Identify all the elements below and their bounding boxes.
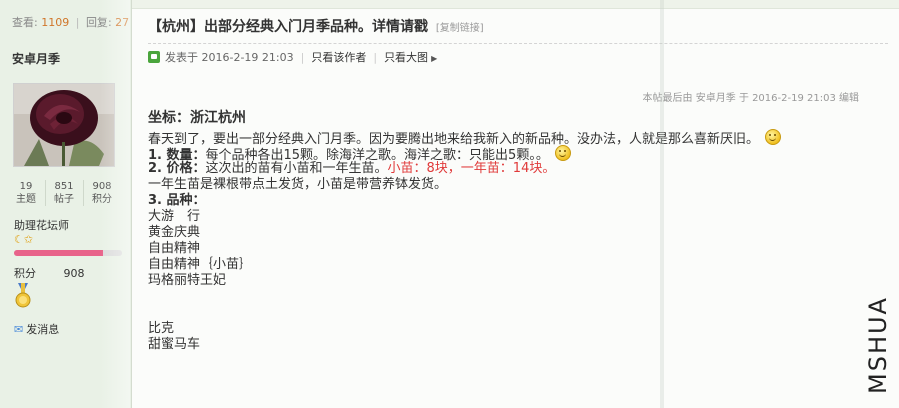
variety-heading: 3. 品种： (148, 193, 206, 208)
intro-text: 春天到了，要出一部分经典入门月季。因为要腾出地来给我新入的新品种。没办法，人就是… (148, 129, 782, 147)
smiley-icon (554, 145, 571, 161)
title-divider (148, 43, 888, 44)
stat-points[interactable]: 908 积分 (83, 180, 120, 206)
medal-icon[interactable] (15, 283, 31, 314)
level-progress-fill (14, 250, 103, 256)
moon-icon: ☾ (14, 233, 24, 246)
stat-threads[interactable]: 19 主题 (8, 180, 44, 206)
shipping-line: 一年生苗是裸根带点土发货，小苗是带营养钵发货。 (148, 177, 448, 192)
level-progress-bar (14, 250, 122, 256)
post-time: 发表于 2016-2-19 21:03 (165, 51, 294, 64)
variety-item: 自由精神 (148, 241, 201, 256)
views-label: 查看 (12, 16, 34, 29)
variety-item: 自由精神｛小苗｝ (148, 257, 253, 272)
thread-title: 【杭州】出部分经典入门月季品种。详情请戳 (148, 19, 428, 35)
price-line: 2. 价格：这次出的苗有小苗和一年生苗。小苗：8块，一年苗：14块。 (148, 161, 556, 176)
star-icon: ✩ (23, 233, 34, 246)
author-username[interactable]: 安卓月季 (12, 50, 60, 67)
author-sidebar: 查看: 1109 | 回复: 27 安卓月季 19 主题 851 帖子 908 … (0, 0, 132, 408)
only-author-link[interactable]: 只看该作者 (311, 49, 366, 65)
points-value: 908 (63, 267, 85, 280)
avatar[interactable] (13, 83, 115, 167)
points-row: 积分 908 (14, 265, 85, 281)
post-area: 【杭州】出部分经典入门月季品种。详情请戳 [复制链接] 发表于 2016-2-1… (132, 0, 899, 408)
smiley-icon (765, 129, 782, 145)
post-content: 坐标：浙江杭州 春天到了，要出一部分经典入门月季。因为要腾出地来给我新入的新品种… (148, 110, 782, 353)
views-count: 1109 (41, 16, 70, 29)
thread-stats: 查看: 1109 | 回复: 27 (12, 16, 130, 29)
stat-posts[interactable]: 851 帖子 (45, 180, 82, 206)
send-message-link[interactable]: ✉ 发消息 (14, 321, 59, 337)
variety-item: 玛格丽特王妃 (148, 273, 227, 288)
replies-label: 回复 (85, 16, 108, 29)
mail-icon: ✉ (14, 323, 24, 336)
only-image-link[interactable]: 只看大图 ▶ (384, 49, 437, 65)
replies-count: 27 (115, 16, 130, 29)
online-status-icon (148, 51, 160, 63)
user-group[interactable]: 助理花坛师 (14, 217, 69, 233)
title-row: 【杭州】出部分经典入门月季品种。详情请戳 [复制链接] (148, 16, 888, 40)
copy-link-button[interactable]: [复制链接] (436, 23, 484, 34)
quantity-line: 1. 数量：每个品种各出15颗。除海洋之歌。海洋之歌：只能出5颗。。 (148, 145, 781, 163)
variety-item: 大游 行 (148, 209, 201, 224)
variety-item: 甜蜜马车 (148, 337, 201, 352)
level-icons: ☾✩ (14, 233, 33, 246)
author-stats: 19 主题 851 帖子 908 积分 (8, 180, 120, 206)
triangle-right-icon: ▶ (431, 54, 438, 63)
edit-note: 本帖最后由 安卓月季 于 2016-2-19 21:03 编辑 (642, 93, 859, 104)
watermark-text: MSHUA (864, 296, 892, 394)
variety-item: 黄金庆典 (148, 225, 201, 240)
post-meta: 发表于 2016-2-19 21:03 | 只看该作者 | 只看大图 ▶ (148, 50, 437, 64)
top-strip (132, 0, 899, 9)
price-highlight: 小苗：8块，一年苗：14块。 (387, 161, 556, 176)
location-heading: 坐标：浙江杭州 (148, 110, 246, 126)
points-label: 积分 (14, 267, 36, 280)
rose-avatar-image (14, 84, 114, 166)
variety-item: 比克 (148, 321, 175, 336)
